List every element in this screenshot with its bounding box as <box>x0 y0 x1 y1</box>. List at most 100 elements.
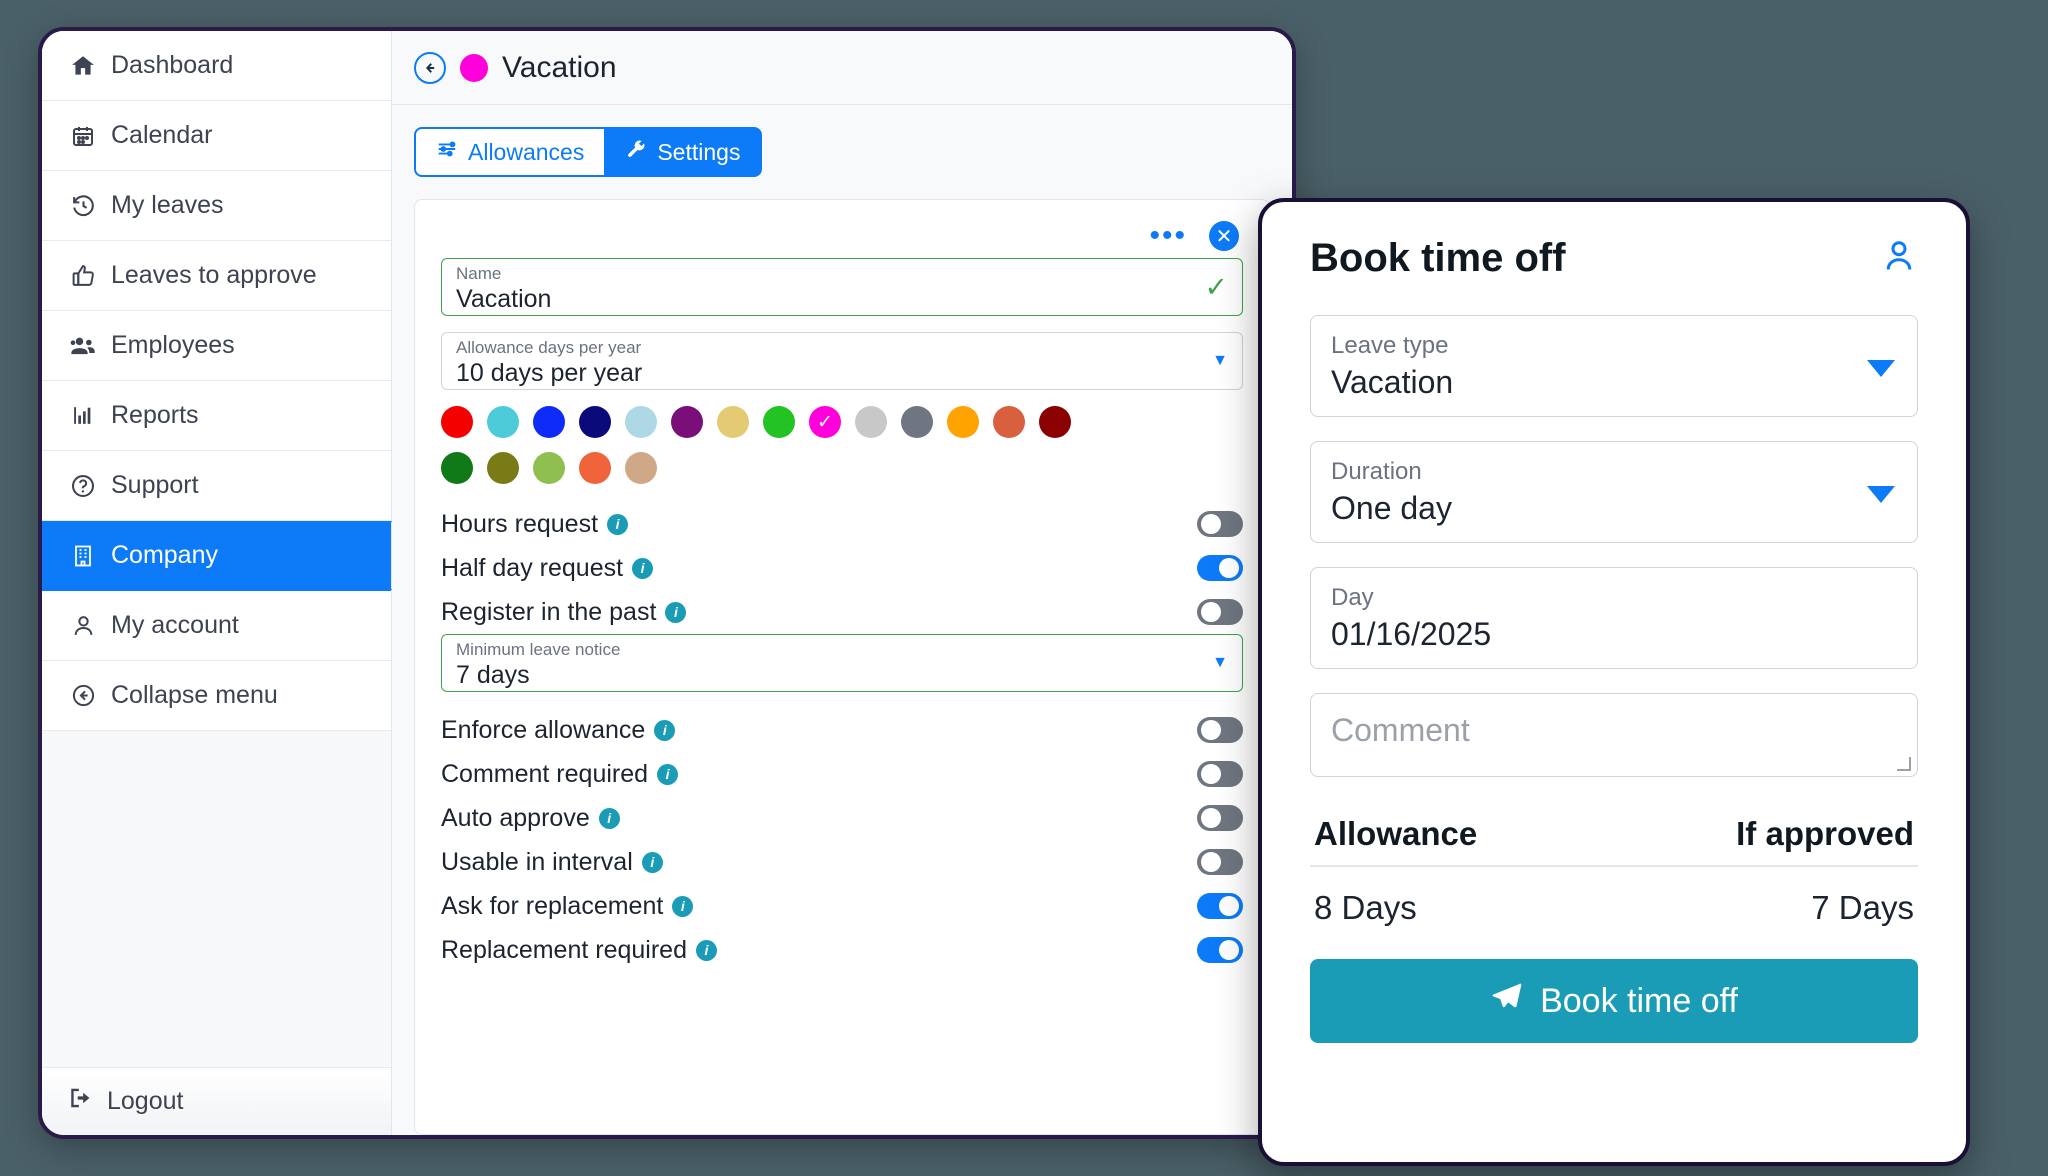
tab-settings[interactable]: Settings <box>605 127 762 177</box>
color-swatch[interactable] <box>441 452 473 484</box>
color-swatch[interactable] <box>993 406 1025 438</box>
setting-toggle[interactable] <box>1197 717 1243 743</box>
sidebar-item-reports[interactable]: Reports <box>42 381 391 451</box>
sidebar-item-my-leaves[interactable]: My leaves <box>42 171 391 241</box>
info-icon[interactable]: i <box>599 808 620 829</box>
color-swatch[interactable] <box>441 406 473 438</box>
sidebar-item-leaves-to-approve[interactable]: Leaves to approve <box>42 241 391 311</box>
more-horizontal-icon[interactable]: ••• <box>1149 221 1187 251</box>
info-icon[interactable]: i <box>696 940 717 961</box>
chevron-down-icon[interactable]: ▼ <box>1212 654 1228 672</box>
tab-row: Allowances Settings <box>392 105 1292 177</box>
color-swatch[interactable] <box>579 452 611 484</box>
setting-row: Register in the pasti <box>441 590 1243 634</box>
allowance-value: 8 Days <box>1314 889 1417 927</box>
allowance-days-field[interactable]: Allowance days per year 10 days per year… <box>441 332 1243 390</box>
setting-label: Replacement requiredi <box>441 936 717 965</box>
thumbs-up-icon <box>68 263 98 288</box>
sidebar-item-my-account[interactable]: My account <box>42 591 391 661</box>
sidebar-item-dashboard[interactable]: Dashboard <box>42 31 391 101</box>
book-time-off-button[interactable]: Book time off <box>1310 959 1918 1043</box>
sidebar-item-employees[interactable]: Employees <box>42 311 391 381</box>
name-field[interactable]: Name Vacation ✓ <box>441 258 1243 316</box>
setting-label: Ask for replacementi <box>441 892 693 921</box>
arrow-left-circle-icon <box>68 683 98 708</box>
color-swatch[interactable] <box>625 406 657 438</box>
bar-chart-icon <box>68 403 98 428</box>
color-swatch[interactable] <box>947 406 979 438</box>
color-swatch[interactable] <box>533 452 565 484</box>
settings-card: ••• ✕ Name Vacation ✓ Allowance days per… <box>414 199 1270 1135</box>
name-field-value: Vacation <box>456 284 1228 315</box>
history-icon <box>68 193 98 218</box>
home-icon <box>68 53 98 79</box>
back-button[interactable] <box>414 52 446 84</box>
chevron-down-icon[interactable] <box>1867 360 1895 377</box>
sidebar-item-collapse-menu[interactable]: Collapse menu <box>42 661 391 731</box>
color-swatch-selected[interactable]: ✓ <box>809 406 841 438</box>
color-swatch[interactable] <box>855 406 887 438</box>
color-swatch[interactable] <box>487 406 519 438</box>
info-icon[interactable]: i <box>672 896 693 917</box>
color-swatch[interactable] <box>763 406 795 438</box>
allowance-days-label: Allowance days per year <box>456 339 1228 358</box>
main-panel: Vacation Allowances Settings <box>392 31 1292 1135</box>
setting-label-text: Hours request <box>441 510 598 539</box>
resize-handle-icon[interactable] <box>1897 757 1911 771</box>
chevron-down-icon[interactable]: ▼ <box>1212 352 1228 370</box>
color-swatch[interactable] <box>717 406 749 438</box>
logout-icon <box>68 1085 94 1118</box>
leave-type-select[interactable]: Leave type Vacation <box>1310 315 1918 417</box>
paper-plane-icon <box>1490 980 1524 1023</box>
logout-button[interactable]: Logout <box>42 1067 391 1135</box>
color-swatch[interactable] <box>579 406 611 438</box>
minimum-leave-notice-label: Minimum leave notice <box>456 641 1228 660</box>
info-icon[interactable]: i <box>607 514 628 535</box>
info-icon[interactable]: i <box>657 764 678 785</box>
sliders-icon <box>436 138 458 166</box>
color-swatch[interactable] <box>487 452 519 484</box>
setting-label-text: Enforce allowance <box>441 716 645 745</box>
sidebar-item-label: Employees <box>111 331 235 360</box>
setting-toggle[interactable] <box>1197 599 1243 625</box>
color-swatch[interactable] <box>533 406 565 438</box>
wrench-icon <box>626 139 647 166</box>
setting-toggle[interactable] <box>1197 511 1243 537</box>
sidebar-item-company[interactable]: Company <box>42 521 391 591</box>
duration-select[interactable]: Duration One day <box>1310 441 1918 543</box>
tab-allowances[interactable]: Allowances <box>414 127 605 177</box>
sidebar-item-calendar[interactable]: Calendar <box>42 101 391 171</box>
setting-label: Hours request i <box>441 510 628 539</box>
comment-placeholder: Comment <box>1331 712 1897 749</box>
panel-header: Vacation <box>392 31 1292 105</box>
toggle-knob <box>1201 852 1221 872</box>
minimum-leave-notice-field[interactable]: Minimum leave notice 7 days ▼ <box>441 634 1243 692</box>
color-swatch[interactable] <box>625 452 657 484</box>
sidebar-item-support[interactable]: Support <box>42 451 391 521</box>
color-swatch[interactable] <box>901 406 933 438</box>
setting-row: Enforce allowance i <box>441 708 1243 752</box>
setting-toggle[interactable] <box>1197 893 1243 919</box>
setting-toggle[interactable] <box>1197 805 1243 831</box>
user-icon[interactable] <box>1880 237 1918 280</box>
setting-toggle[interactable] <box>1197 555 1243 581</box>
chevron-down-icon[interactable] <box>1867 486 1895 503</box>
day-value: 01/16/2025 <box>1331 613 1897 656</box>
setting-toggle[interactable] <box>1197 849 1243 875</box>
info-icon[interactable]: i <box>632 558 653 579</box>
building-icon <box>68 544 98 568</box>
setting-label: Comment requiredi <box>441 760 678 789</box>
sidebar-item-label: Reports <box>111 401 199 430</box>
color-swatch[interactable] <box>1039 406 1071 438</box>
info-icon[interactable]: i <box>665 602 686 623</box>
comment-textarea[interactable]: Comment <box>1310 693 1918 777</box>
day-field[interactable]: Day 01/16/2025 <box>1310 567 1918 669</box>
setting-toggle[interactable] <box>1197 761 1243 787</box>
close-circle-icon[interactable]: ✕ <box>1209 221 1239 251</box>
info-icon[interactable]: i <box>642 852 663 873</box>
color-swatch[interactable] <box>671 406 703 438</box>
info-icon[interactable]: i <box>654 720 675 741</box>
page-title: Vacation <box>502 51 617 85</box>
setting-toggle[interactable] <box>1197 937 1243 963</box>
name-field-label: Name <box>456 265 1228 284</box>
